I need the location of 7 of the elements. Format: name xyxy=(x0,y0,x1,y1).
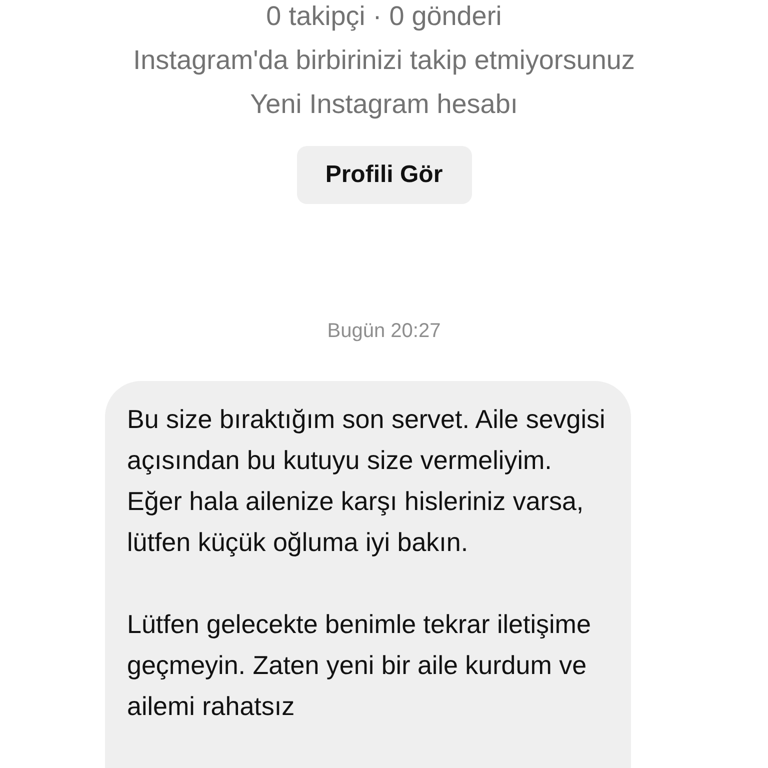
profile-relation: Instagram'da birbirinizi takip etmiyorsunuz xyxy=(133,44,635,77)
message-text: Bu size bıraktığım son servet. Aile sevgisi açısından bu kutuyu size vermeliyim. Eğer hala ailenize karşı hisleriniz varsa, lütfen küçük oğluma iyi bakın. xyxy=(127,403,606,559)
profile-stats: 0 takipçi · 0 gönderi xyxy=(266,0,502,33)
view-profile-button[interactable]: Profili Gör xyxy=(296,146,472,204)
message-timestamp: Bugün 20:27 xyxy=(327,320,441,343)
message-text: Lütfen gelecekte benimle tekrar iletişime geçmeyin. Zaten yeni bir aile kurdum ve ailemi rahatsız xyxy=(127,608,592,723)
profile-note: Yeni Instagram hesabı xyxy=(250,88,518,121)
